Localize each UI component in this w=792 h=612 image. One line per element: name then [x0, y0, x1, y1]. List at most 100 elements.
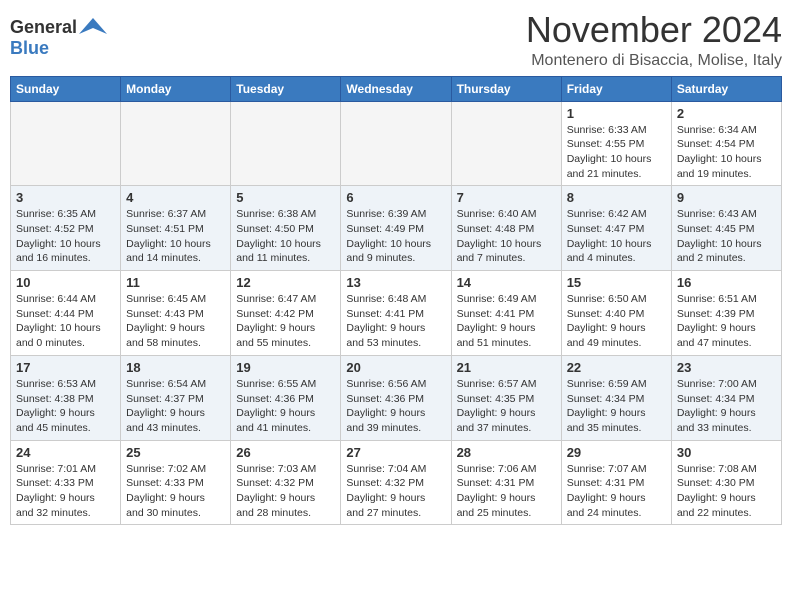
- table-row: 25 Sunrise: 7:02 AMSunset: 4:33 PMDayligh…: [121, 440, 231, 525]
- day-info: Sunrise: 6:54 AMSunset: 4:37 PMDaylight:…: [126, 377, 225, 436]
- day-info: Sunrise: 6:49 AMSunset: 4:41 PMDaylight:…: [457, 292, 556, 351]
- table-row: 2 Sunrise: 6:34 AMSunset: 4:54 PMDaylight…: [671, 101, 781, 186]
- table-row: 21 Sunrise: 6:57 AMSunset: 4:35 PMDayligh…: [451, 355, 561, 440]
- day-number: 20: [346, 360, 445, 375]
- day-info: Sunrise: 6:33 AMSunset: 4:55 PMDaylight:…: [567, 123, 666, 182]
- day-number: 8: [567, 190, 666, 205]
- header-wednesday: Wednesday: [341, 76, 451, 101]
- table-row: 8Sunrise: 6:42 AMSunset: 4:47 PMDaylight…: [561, 186, 671, 271]
- day-number: 22: [567, 360, 666, 375]
- day-number: 15: [567, 275, 666, 290]
- header-monday: Monday: [121, 76, 231, 101]
- table-row: 18 Sunrise: 6:54 AMSunset: 4:37 PMDayligh…: [121, 355, 231, 440]
- table-row: 17 Sunrise: 6:53 AMSunset: 4:38 PMDayligh…: [11, 355, 121, 440]
- header-sunday: Sunday: [11, 76, 121, 101]
- table-row: 10 Sunrise: 6:44 AMSunset: 4:44 PMDayligh…: [11, 271, 121, 356]
- day-number: 30: [677, 445, 776, 460]
- table-row: 26 Sunrise: 7:03 AMSunset: 4:32 PMDayligh…: [231, 440, 341, 525]
- day-number: 21: [457, 360, 556, 375]
- day-number: 14: [457, 275, 556, 290]
- day-info: Sunrise: 6:48 AMSunset: 4:41 PMDaylight:…: [346, 292, 445, 351]
- page-header: General Blue November 2024 Montenero di …: [10, 10, 782, 70]
- day-number: 7: [457, 190, 556, 205]
- header-thursday: Thursday: [451, 76, 561, 101]
- logo-general-text: General: [10, 17, 77, 38]
- day-info: Sunrise: 7:07 AMSunset: 4:31 PMDaylight:…: [567, 462, 666, 521]
- day-number: 27: [346, 445, 445, 460]
- day-info: Sunrise: 6:47 AMSunset: 4:42 PMDaylight:…: [236, 292, 335, 351]
- day-number: 29: [567, 445, 666, 460]
- table-row: [341, 101, 451, 186]
- table-row: 7Sunrise: 6:40 AMSunset: 4:48 PMDaylight…: [451, 186, 561, 271]
- table-row: 23 Sunrise: 7:00 AMSunset: 4:34 PMDayligh…: [671, 355, 781, 440]
- table-row: 5Sunrise: 6:38 AMSunset: 4:50 PMDaylight…: [231, 186, 341, 271]
- day-info: Sunrise: 6:35 AMSunset: 4:52 PMDaylight:…: [16, 207, 115, 266]
- table-row: 24 Sunrise: 7:01 AMSunset: 4:33 PMDayligh…: [11, 440, 121, 525]
- calendar-week-row: 3 Sunrise: 6:35 AMSunset: 4:52 PMDaylight…: [11, 186, 782, 271]
- day-info: Sunrise: 7:03 AMSunset: 4:32 PMDaylight:…: [236, 462, 335, 521]
- day-info: Sunrise: 6:34 AMSunset: 4:54 PMDaylight:…: [677, 123, 776, 182]
- day-info: Sunrise: 7:04 AMSunset: 4:32 PMDaylight:…: [346, 462, 445, 521]
- calendar-header-row: Sunday Monday Tuesday Wednesday Thursday…: [11, 76, 782, 101]
- table-row: 12Sunrise: 6:47 AMSunset: 4:42 PMDayligh…: [231, 271, 341, 356]
- table-row: 14 Sunrise: 6:49 AMSunset: 4:41 PMDayligh…: [451, 271, 561, 356]
- day-number: 17: [16, 360, 115, 375]
- logo-bird-icon: [79, 16, 107, 38]
- day-info: Sunrise: 6:43 AMSunset: 4:45 PMDaylight:…: [677, 207, 776, 266]
- day-info: Sunrise: 6:57 AMSunset: 4:35 PMDaylight:…: [457, 377, 556, 436]
- header-tuesday: Tuesday: [231, 76, 341, 101]
- day-number: 2: [677, 106, 776, 121]
- day-number: 28: [457, 445, 556, 460]
- day-info: Sunrise: 7:00 AMSunset: 4:34 PMDaylight:…: [677, 377, 776, 436]
- table-row: 6 Sunrise: 6:39 AMSunset: 4:49 PMDaylight…: [341, 186, 451, 271]
- table-row: 27 Sunrise: 7:04 AMSunset: 4:32 PMDayligh…: [341, 440, 451, 525]
- table-row: 4 Sunrise: 6:37 AMSunset: 4:51 PMDaylight…: [121, 186, 231, 271]
- day-number: 6: [346, 190, 445, 205]
- day-info: Sunrise: 6:50 AMSunset: 4:40 PMDaylight:…: [567, 292, 666, 351]
- day-info: Sunrise: 6:37 AMSunset: 4:51 PMDaylight:…: [126, 207, 225, 266]
- day-info: Sunrise: 7:02 AMSunset: 4:33 PMDaylight:…: [126, 462, 225, 521]
- calendar-table: Sunday Monday Tuesday Wednesday Thursday…: [10, 76, 782, 526]
- day-info: Sunrise: 7:06 AMSunset: 4:31 PMDaylight:…: [457, 462, 556, 521]
- day-info: Sunrise: 6:39 AMSunset: 4:49 PMDaylight:…: [346, 207, 445, 266]
- table-row: 22Sunrise: 6:59 AMSunset: 4:34 PMDayligh…: [561, 355, 671, 440]
- day-number: 4: [126, 190, 225, 205]
- day-info: Sunrise: 6:56 AMSunset: 4:36 PMDaylight:…: [346, 377, 445, 436]
- day-number: 18: [126, 360, 225, 375]
- table-row: 19Sunrise: 6:55 AMSunset: 4:36 PMDayligh…: [231, 355, 341, 440]
- table-row: 9 Sunrise: 6:43 AMSunset: 4:45 PMDaylight…: [671, 186, 781, 271]
- title-block: November 2024 Montenero di Bisaccia, Mol…: [526, 10, 782, 70]
- day-number: 24: [16, 445, 115, 460]
- calendar-week-row: 1 Sunrise: 6:33 AMSunset: 4:55 PMDaylight…: [11, 101, 782, 186]
- calendar-week-row: 24 Sunrise: 7:01 AMSunset: 4:33 PMDayligh…: [11, 440, 782, 525]
- day-number: 19: [236, 360, 335, 375]
- table-row: 11 Sunrise: 6:45 AMSunset: 4:43 PMDayligh…: [121, 271, 231, 356]
- day-number: 3: [16, 190, 115, 205]
- table-row: 13 Sunrise: 6:48 AMSunset: 4:41 PMDayligh…: [341, 271, 451, 356]
- day-number: 9: [677, 190, 776, 205]
- table-row: 16Sunrise: 6:51 AMSunset: 4:39 PMDayligh…: [671, 271, 781, 356]
- table-row: 30Sunrise: 7:08 AMSunset: 4:30 PMDayligh…: [671, 440, 781, 525]
- day-number: 5: [236, 190, 335, 205]
- day-info: Sunrise: 6:44 AMSunset: 4:44 PMDaylight:…: [16, 292, 115, 351]
- calendar-week-row: 10 Sunrise: 6:44 AMSunset: 4:44 PMDayligh…: [11, 271, 782, 356]
- header-friday: Friday: [561, 76, 671, 101]
- day-number: 10: [16, 275, 115, 290]
- day-info: Sunrise: 6:53 AMSunset: 4:38 PMDaylight:…: [16, 377, 115, 436]
- table-row: 1 Sunrise: 6:33 AMSunset: 4:55 PMDaylight…: [561, 101, 671, 186]
- day-number: 26: [236, 445, 335, 460]
- day-number: 13: [346, 275, 445, 290]
- day-number: 11: [126, 275, 225, 290]
- day-info: Sunrise: 6:51 AMSunset: 4:39 PMDaylight:…: [677, 292, 776, 351]
- table-row: [231, 101, 341, 186]
- day-info: Sunrise: 7:01 AMSunset: 4:33 PMDaylight:…: [16, 462, 115, 521]
- day-number: 23: [677, 360, 776, 375]
- day-info: Sunrise: 6:45 AMSunset: 4:43 PMDaylight:…: [126, 292, 225, 351]
- table-row: [11, 101, 121, 186]
- logo-blue-text: Blue: [10, 38, 49, 58]
- day-number: 25: [126, 445, 225, 460]
- table-row: 29 Sunrise: 7:07 AMSunset: 4:31 PMDayligh…: [561, 440, 671, 525]
- day-number: 1: [567, 106, 666, 121]
- table-row: [451, 101, 561, 186]
- table-row: [121, 101, 231, 186]
